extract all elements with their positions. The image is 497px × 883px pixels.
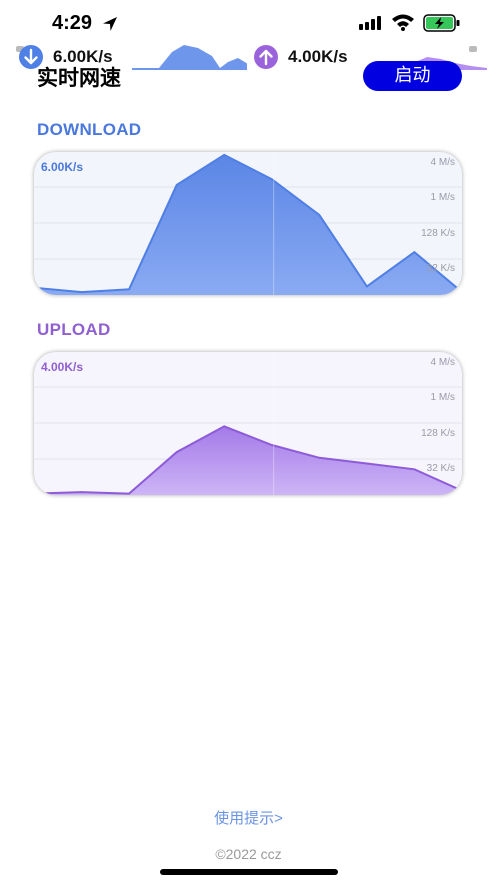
y-tick-label: 32 K/s (426, 463, 455, 474)
battery-charging-icon (423, 14, 460, 32)
page-title: 实时网速 (37, 67, 121, 90)
download-chart: 6.00K/s 4 M/s 1 M/s 128 K/s 32 K/s (34, 152, 462, 295)
y-tick-label: 128 K/s (421, 228, 455, 239)
upload-current-speed: 4.00K/s (41, 360, 84, 374)
y-tick-label: 1 M/s (430, 192, 455, 203)
upload-chart-plot (34, 352, 462, 495)
cellular-signal-icon (359, 16, 381, 30)
download-chart-plot (34, 152, 462, 295)
y-tick-label: 4 M/s (430, 357, 455, 368)
download-section-label: DOWNLOAD (37, 120, 142, 139)
status-bar: 4:29 (0, 0, 497, 44)
upload-chart: 4.00K/s 4 M/s 1 M/s 128 K/s 32 K/s (34, 352, 462, 495)
upload-arrow-icon (254, 45, 278, 69)
y-tick-label: 128 K/s (421, 428, 455, 439)
download-current-speed: 6.00K/s (41, 160, 84, 174)
y-tick-label: 32 K/s (426, 263, 455, 274)
y-tick-label: 4 M/s (430, 157, 455, 168)
floating-download-sparkline (132, 45, 248, 70)
home-indicator[interactable] (160, 869, 338, 875)
location-arrow-icon (103, 17, 117, 31)
copyright: ©2022 ccz (215, 846, 282, 862)
y-tick-label: 1 M/s (430, 392, 455, 403)
usage-tips-link[interactable]: 使用提示> (0, 807, 497, 828)
series-area (34, 154, 462, 295)
upload-section-label: UPLOAD (37, 320, 111, 339)
wifi-icon (392, 14, 414, 31)
floating-upload-speed: 4.00K/s (288, 47, 348, 66)
start-button[interactable]: 启动 (363, 61, 462, 91)
status-time: 4:29 (52, 12, 93, 34)
